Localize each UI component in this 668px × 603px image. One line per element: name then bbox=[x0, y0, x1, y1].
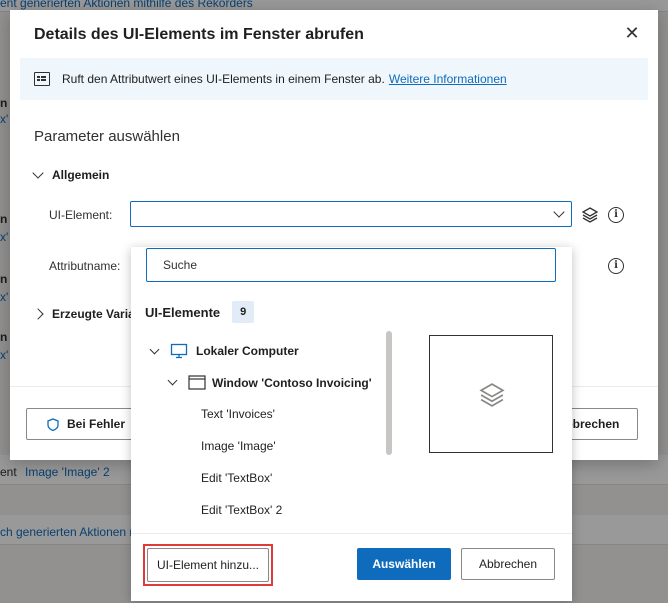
dialog-title: Details des UI-Elements im Fenster abruf… bbox=[34, 26, 364, 43]
shield-icon bbox=[47, 417, 59, 431]
chevron-right-icon bbox=[32, 308, 44, 320]
more-info-link[interactable]: Weitere Informationen bbox=[389, 72, 507, 86]
tree-item[interactable]: Text 'Invoices' bbox=[201, 407, 275, 421]
ui-element-picker: Suche UI-Elemente 9 Lokaler Computer Win… bbox=[131, 247, 572, 601]
add-ui-element-button[interactable]: UI-Element hinzu... bbox=[147, 548, 269, 582]
picker-cancel-button[interactable]: Abbrechen bbox=[461, 548, 555, 580]
chevron-down-icon bbox=[32, 167, 44, 179]
add-button-highlight: UI-Element hinzu... bbox=[143, 544, 273, 586]
group-general-toggle[interactable]: Allgemein bbox=[32, 167, 110, 182]
chevron-down-icon bbox=[553, 206, 565, 218]
ui-element-label: UI-Element: bbox=[49, 208, 113, 222]
chevron-down-icon bbox=[167, 375, 178, 386]
tree-item-local-computer[interactable]: Lokaler Computer bbox=[149, 343, 299, 359]
info-icon[interactable]: i bbox=[608, 207, 624, 223]
tree-item[interactable]: Edit 'TextBox' 2 bbox=[201, 503, 282, 517]
chevron-down-icon bbox=[149, 344, 160, 354]
picker-heading: UI-Elemente 9 bbox=[145, 301, 255, 323]
tree-item-window[interactable]: Window 'Contoso Invoicing' bbox=[167, 375, 372, 390]
element-count-badge: 9 bbox=[232, 301, 255, 323]
info-bar: Ruft den Attributwert eines UI-Elements … bbox=[20, 58, 648, 100]
close-icon[interactable]: ✕ bbox=[622, 24, 642, 44]
tree-scrollbar[interactable] bbox=[386, 331, 392, 455]
layers-icon bbox=[479, 383, 505, 407]
element-preview bbox=[429, 335, 553, 453]
ui-element-dropdown[interactable] bbox=[130, 201, 572, 227]
layers-icon[interactable] bbox=[581, 206, 599, 224]
search-input[interactable]: Suche bbox=[146, 248, 556, 282]
picker-heading-label: UI-Elemente bbox=[145, 304, 221, 320]
tree-item-label: Lokaler Computer bbox=[196, 344, 299, 358]
group-general-label: Allgemein bbox=[52, 168, 110, 182]
info-icon[interactable]: i bbox=[608, 258, 624, 274]
on-error-label: Bei Fehler bbox=[66, 417, 126, 431]
window-icon bbox=[188, 375, 206, 390]
picker-divider bbox=[131, 533, 572, 534]
document-icon bbox=[34, 72, 50, 86]
tree-item[interactable]: Image 'Image' bbox=[201, 439, 276, 453]
tree-item[interactable]: Edit 'TextBox' bbox=[201, 471, 272, 485]
tree-item-label: Window 'Contoso Invoicing' bbox=[212, 375, 372, 390]
info-text: Ruft den Attributwert eines UI-Elements … bbox=[62, 72, 385, 86]
attribute-label: Attributname: bbox=[49, 259, 121, 273]
on-error-button[interactable]: Bei Fehler bbox=[26, 408, 146, 440]
section-title: Parameter auswählen bbox=[34, 128, 180, 145]
monitor-icon bbox=[170, 343, 188, 359]
select-button[interactable]: Auswählen bbox=[357, 548, 451, 580]
